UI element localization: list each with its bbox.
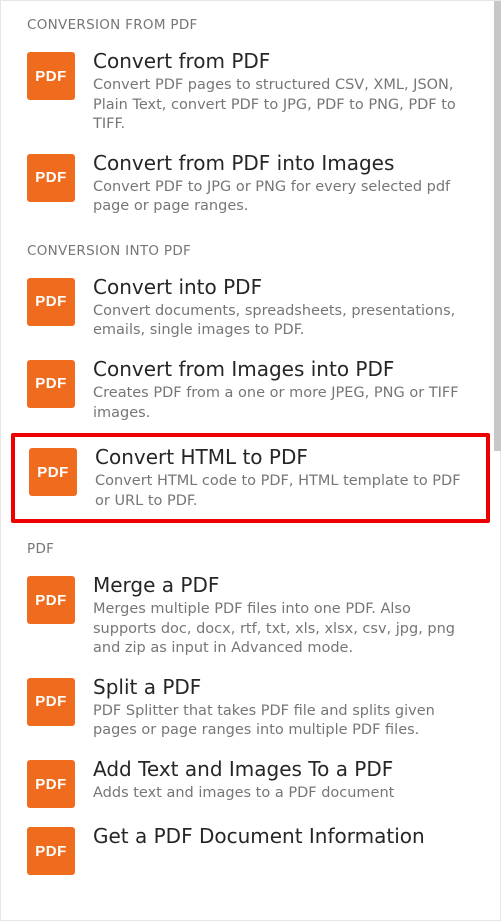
convert-html-to-pdf[interactable]: PDF Convert HTML to PDF Convert HTML cod… bbox=[15, 437, 486, 519]
pdf-icon: PDF bbox=[27, 52, 75, 100]
item-title: Convert from PDF into Images bbox=[93, 151, 474, 176]
split-a-pdf[interactable]: PDF Split a PDF PDF Splitter that takes … bbox=[1, 667, 500, 749]
item-title: Get a PDF Document Information bbox=[93, 824, 474, 849]
scrollbar-thumb[interactable] bbox=[494, 1, 501, 451]
item-text: Convert into PDF Convert documents, spre… bbox=[93, 275, 474, 341]
item-text: Add Text and Images To a PDF Adds text a… bbox=[93, 757, 474, 804]
convert-into-pdf[interactable]: PDF Convert into PDF Convert documents, … bbox=[1, 267, 500, 349]
item-text: Convert from Images into PDF Creates PDF… bbox=[93, 357, 474, 423]
item-desc: Convert PDF pages to structured CSV, XML… bbox=[93, 76, 474, 135]
item-desc: Convert PDF to JPG or PNG for every sele… bbox=[93, 178, 474, 217]
pdf-icon: PDF bbox=[27, 278, 75, 326]
item-desc: PDF Splitter that takes PDF file and spl… bbox=[93, 702, 474, 741]
pdf-icon: PDF bbox=[27, 360, 75, 408]
item-title: Convert into PDF bbox=[93, 275, 474, 300]
convert-from-pdf-into-images[interactable]: PDF Convert from PDF into Images Convert… bbox=[1, 143, 500, 225]
item-text: Convert from PDF Convert PDF pages to st… bbox=[93, 49, 474, 135]
pdf-icon: PDF bbox=[27, 760, 75, 808]
item-desc: Adds text and images to a PDF document bbox=[93, 784, 474, 804]
get-a-pdf-document-information[interactable]: PDF Get a PDF Document Information bbox=[1, 816, 500, 883]
item-title: Split a PDF bbox=[93, 675, 474, 700]
item-text: Convert from PDF into Images Convert PDF… bbox=[93, 151, 474, 217]
pdf-icon: PDF bbox=[27, 154, 75, 202]
section-header: CONVERSION FROM PDF bbox=[1, 9, 500, 41]
item-text: Get a PDF Document Information bbox=[93, 824, 474, 851]
merge-a-pdf[interactable]: PDF Merge a PDF Merges multiple PDF file… bbox=[1, 565, 500, 667]
convert-from-pdf[interactable]: PDF Convert from PDF Convert PDF pages t… bbox=[1, 41, 500, 143]
item-title: Merge a PDF bbox=[93, 573, 474, 598]
section-header: CONVERSION INTO PDF bbox=[1, 235, 500, 267]
item-title: Convert HTML to PDF bbox=[95, 445, 472, 470]
item-desc: Merges multiple PDF files into one PDF. … bbox=[93, 600, 474, 659]
pdf-icon: PDF bbox=[27, 827, 75, 875]
item-text: Split a PDF PDF Splitter that takes PDF … bbox=[93, 675, 474, 741]
item-text: Convert HTML to PDF Convert HTML code to… bbox=[95, 445, 472, 511]
item-title: Convert from PDF bbox=[93, 49, 474, 74]
item-desc: Creates PDF from a one or more JPEG, PNG… bbox=[93, 384, 474, 423]
pdf-icon: PDF bbox=[27, 576, 75, 624]
item-title: Convert from Images into PDF bbox=[93, 357, 474, 382]
item-title: Add Text and Images To a PDF bbox=[93, 757, 474, 782]
action-picker-panel: CONVERSION FROM PDF PDF Convert from PDF… bbox=[0, 0, 501, 921]
item-desc: Convert HTML code to PDF, HTML template … bbox=[95, 472, 472, 511]
pdf-icon: PDF bbox=[27, 678, 75, 726]
pdf-icon: PDF bbox=[29, 448, 77, 496]
item-text: Merge a PDF Merges multiple PDF files in… bbox=[93, 573, 474, 659]
highlighted-item: PDF Convert HTML to PDF Convert HTML cod… bbox=[11, 433, 490, 523]
section-header: PDF bbox=[1, 533, 500, 565]
add-text-and-images-to-a-pdf[interactable]: PDF Add Text and Images To a PDF Adds te… bbox=[1, 749, 500, 816]
item-desc: Convert documents, spreadsheets, present… bbox=[93, 302, 474, 341]
convert-from-images-into-pdf[interactable]: PDF Convert from Images into PDF Creates… bbox=[1, 349, 500, 431]
